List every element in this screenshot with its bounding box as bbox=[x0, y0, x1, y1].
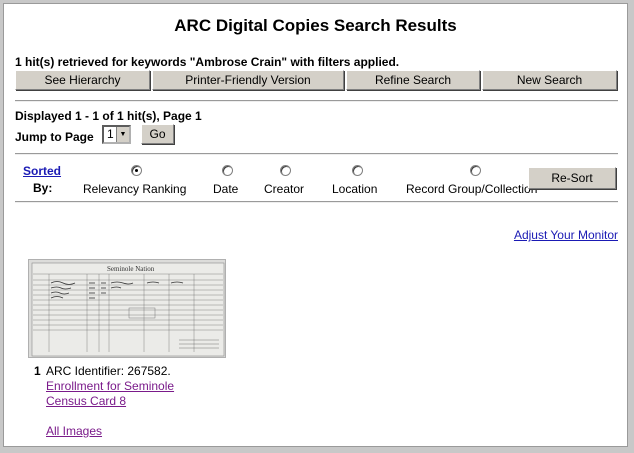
sort-radio-location[interactable] bbox=[352, 165, 363, 176]
sort-radio-record-group[interactable] bbox=[470, 165, 481, 176]
go-button[interactable]: Go bbox=[141, 124, 174, 144]
result-number: 1 bbox=[34, 364, 41, 378]
see-hierarchy-button[interactable]: See Hierarchy bbox=[15, 70, 150, 90]
resort-button[interactable]: Re-Sort bbox=[528, 167, 616, 189]
new-search-button[interactable]: New Search bbox=[482, 70, 617, 90]
arc-identifier: ARC Identifier: 267582. bbox=[46, 364, 171, 378]
result-title-link-line1[interactable]: Enrollment for Seminole bbox=[46, 379, 174, 393]
hits-summary: 1 hit(s) retrieved for keywords "Ambrose… bbox=[15, 55, 400, 69]
sort-radio-date[interactable] bbox=[222, 165, 233, 176]
sort-label-relevancy: Relevancy Ranking bbox=[83, 182, 187, 196]
sort-label-record-group: Record Group/Collection bbox=[406, 182, 538, 196]
sort-label-date: Date bbox=[213, 182, 239, 196]
results-page: ARC Digital Copies Search Results 1 hit(… bbox=[3, 3, 628, 447]
result-title-link-line2[interactable]: Census Card 8 bbox=[46, 394, 126, 408]
sort-radio-relevancy[interactable] bbox=[131, 165, 142, 176]
chevron-down-icon[interactable]: ▼ bbox=[116, 127, 129, 142]
adjust-monitor-link[interactable]: Adjust Your Monitor bbox=[514, 228, 618, 242]
refine-search-button[interactable]: Refine Search bbox=[346, 70, 480, 90]
sort-label-creator: Creator bbox=[264, 182, 305, 196]
sort-by-label: By: bbox=[33, 181, 53, 195]
all-images-link[interactable]: All Images bbox=[46, 424, 102, 438]
sort-radio-creator[interactable] bbox=[280, 165, 291, 176]
divider bbox=[15, 100, 618, 102]
printer-friendly-button[interactable]: Printer-Friendly Version bbox=[152, 70, 344, 90]
page-select-value: 1 bbox=[107, 127, 114, 141]
page-select[interactable]: 1 ▼ bbox=[102, 125, 131, 144]
page-title: ARC Digital Copies Search Results bbox=[174, 16, 457, 35]
sorted-link[interactable]: Sorted bbox=[23, 164, 61, 178]
divider bbox=[15, 153, 618, 155]
thumbnail-caption: Seminole Nation bbox=[107, 265, 155, 273]
sort-label-location: Location bbox=[332, 182, 378, 196]
census-card-image: Seminole Nation bbox=[29, 260, 225, 357]
divider bbox=[15, 201, 618, 203]
result-thumbnail[interactable]: Seminole Nation bbox=[28, 259, 226, 358]
jump-to-page-label: Jump to Page bbox=[15, 130, 94, 144]
displayed-range: Displayed 1 - 1 of 1 hit(s), Page 1 bbox=[15, 109, 202, 123]
